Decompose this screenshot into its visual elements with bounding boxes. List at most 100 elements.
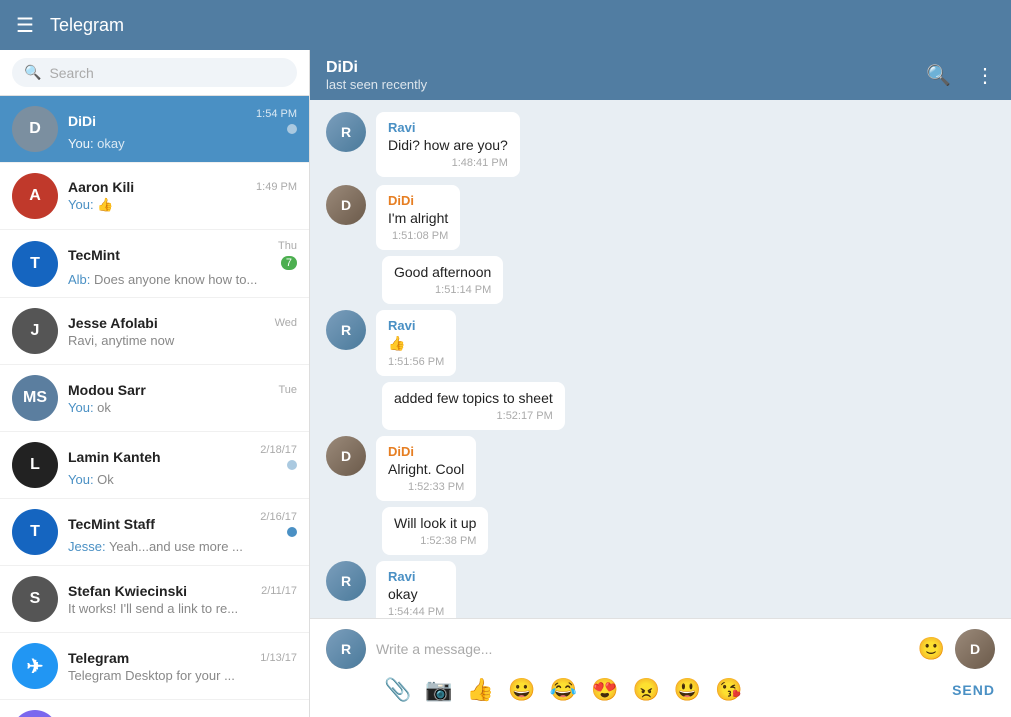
message-bubble: Will look it up 1:52:38 PM [382, 507, 488, 555]
message-time: 1:51:14 PM [394, 284, 491, 296]
chat-info: Jesse AfolabiWedRavi, anytime now [68, 315, 297, 348]
chat-name: Lamin Kanteh [68, 449, 161, 465]
message-time: 1:52:38 PM [394, 535, 476, 547]
chat-item[interactable]: TTecMintThu7Alb: Does anyone know how to… [0, 230, 309, 298]
chat-item[interactable]: MS Modou Sarr Tue You: ok [0, 365, 309, 432]
message-sender-name: Ravi [388, 569, 444, 584]
emoji-bar-item[interactable]: 😘 [715, 677, 742, 703]
chat-time: 1:54 PM [256, 108, 297, 120]
message-group: RRavi👍1:51:56 PM [326, 310, 995, 376]
chat-name: Aaron Kili [68, 179, 134, 195]
search-input[interactable] [49, 65, 285, 81]
chat-name: DiDi [68, 113, 96, 129]
emoji-bar-item[interactable]: 😃 [674, 677, 701, 703]
preview-sender: You: [68, 400, 97, 415]
avatar: S [12, 576, 58, 622]
unread-dot [287, 124, 297, 134]
chat-item[interactable]: AAaron Kili1:49 PMYou: 👍 [0, 163, 309, 230]
unread-dot [287, 460, 297, 470]
chat-time: 2/18/17 [260, 444, 297, 456]
emoji-bar-item[interactable]: 😍 [591, 677, 618, 703]
app-title: Telegram [50, 15, 995, 36]
avatar: L [12, 442, 58, 488]
chat-name: TecMint [68, 247, 120, 263]
avatar: MS [12, 375, 58, 421]
chat-item[interactable]: SPSatish Patil10/24/16You: Good [0, 700, 309, 717]
message-sender-name: Ravi [388, 120, 508, 135]
message-text: Will look it up [394, 515, 476, 531]
preview-sender: You: [68, 197, 97, 212]
contact-name: DiDi [326, 59, 427, 77]
message-avatar: R [326, 310, 366, 350]
message-time: 1:52:17 PM [394, 410, 553, 422]
message-bubble: DiDiAlright. Cool1:52:33 PM [376, 436, 476, 501]
chat-item[interactable]: JJesse AfolabiWedRavi, anytime now [0, 298, 309, 365]
unread-dot [287, 527, 297, 537]
attach-icon[interactable]: 📎 [384, 677, 411, 703]
chat-info: Telegram1/13/17Telegram Desktop for your… [68, 650, 297, 683]
chat-item[interactable]: TTecMint Staff2/16/17Jesse: Yeah...and u… [0, 499, 309, 566]
chat-preview: You: ok [68, 400, 297, 415]
message-group: DDiDiI'm alright1:51:08 PM [326, 185, 995, 250]
message-bubble: DiDiI'm alright1:51:08 PM [376, 185, 460, 250]
chat-info: TecMint Staff2/16/17Jesse: Yeah...and us… [68, 511, 297, 554]
message-sender-name: DiDi [388, 193, 448, 208]
preview-text: Does anyone know how to... [94, 272, 257, 287]
search-icon: 🔍 [24, 64, 41, 81]
chat-time: 2/11/17 [261, 585, 297, 597]
emoji-bar-item[interactable]: 👍 [467, 677, 494, 703]
chat-name: Modou Sarr [68, 382, 146, 398]
emoji-bar-item[interactable]: 😂 [550, 677, 577, 703]
message-input[interactable] [376, 641, 908, 657]
chat-time: 2/16/17 [260, 511, 297, 523]
chat-item[interactable]: SStefan Kwiecinski2/11/17It works! I'll … [0, 566, 309, 633]
message-sender-name: Ravi [388, 318, 444, 333]
message-bubble: Ravi okay 1:54:44 PM [376, 561, 456, 618]
search-input-wrapper: 🔍 [12, 58, 297, 87]
emoji-button[interactable]: 🙂 [918, 636, 945, 662]
chat-info: Lamin Kanteh2/18/17You: Ok [68, 444, 297, 487]
chat-time: Wed [275, 317, 297, 329]
message-avatar: R [326, 112, 366, 152]
chat-item[interactable]: DDiDi1:54 PMYou: okay [0, 96, 309, 163]
message-group: R Ravi Didi? how are you? 1:48:41 PM [326, 112, 995, 177]
chat-preview: You: okay [68, 136, 297, 151]
preview-text: okay [97, 136, 124, 151]
search-chat-icon[interactable]: 🔍 [926, 63, 951, 88]
chat-preview: Ravi, anytime now [68, 333, 297, 348]
chat-contact-name: DiDi last seen recently [326, 59, 427, 92]
chat-name: Stefan Kwiecinski [68, 583, 187, 599]
message-group: DDiDiAlright. Cool1:52:33 PM [326, 436, 995, 501]
chat-name: Telegram [68, 650, 129, 666]
sidebar: 🔍 DDiDi1:54 PMYou: okayAAaron Kili1:49 P… [0, 50, 310, 717]
chat-item[interactable]: LLamin Kanteh2/18/17You: Ok [0, 432, 309, 499]
message-standalone: Will look it up 1:52:38 PM [326, 507, 995, 555]
hamburger-icon[interactable]: ☰ [16, 13, 34, 38]
recipient-avatar: D [955, 629, 995, 669]
preview-text: Yeah...and use more ... [109, 539, 243, 554]
chat-item[interactable]: ✈Telegram1/13/17Telegram Desktop for you… [0, 633, 309, 700]
chat-time: Thu [278, 240, 297, 252]
messages-area: RRaviOkay9:48:45 PMCorrecting9:48:52 PMT… [310, 100, 1011, 618]
message-time: 1:48:41 PM [388, 157, 508, 169]
emoji-bar-item[interactable]: 😠 [632, 677, 659, 703]
emoji-bar-item[interactable]: 😀 [508, 677, 535, 703]
chat-preview: Jesse: Yeah...and use more ... [68, 539, 297, 554]
message-time: 1:52:33 PM [388, 481, 464, 493]
chat-time: 1:49 PM [256, 181, 297, 193]
message-standalone: added few topics to sheet1:52:17 PM [326, 382, 995, 430]
message-time: 1:54:44 PM [388, 606, 444, 618]
avatar: T [12, 509, 58, 555]
message-text: okay [388, 586, 444, 602]
chat-time: Tue [278, 384, 297, 396]
message-text: Good afternoon [394, 264, 491, 280]
chat-header: DiDi last seen recently 🔍 ⋮ [310, 50, 1011, 100]
send-button[interactable]: SEND [952, 682, 995, 698]
avatar: A [12, 173, 58, 219]
message-text: Didi? how are you? [388, 137, 508, 153]
emoji-bar: 📎 📷 👍 😀 😂 😍 😠 😃 😘 SEND [326, 669, 995, 707]
camera-icon[interactable]: 📷 [425, 677, 452, 703]
more-options-icon[interactable]: ⋮ [975, 63, 995, 88]
message-time: 1:51:08 PM [388, 230, 448, 242]
avatar: SP [12, 710, 58, 717]
